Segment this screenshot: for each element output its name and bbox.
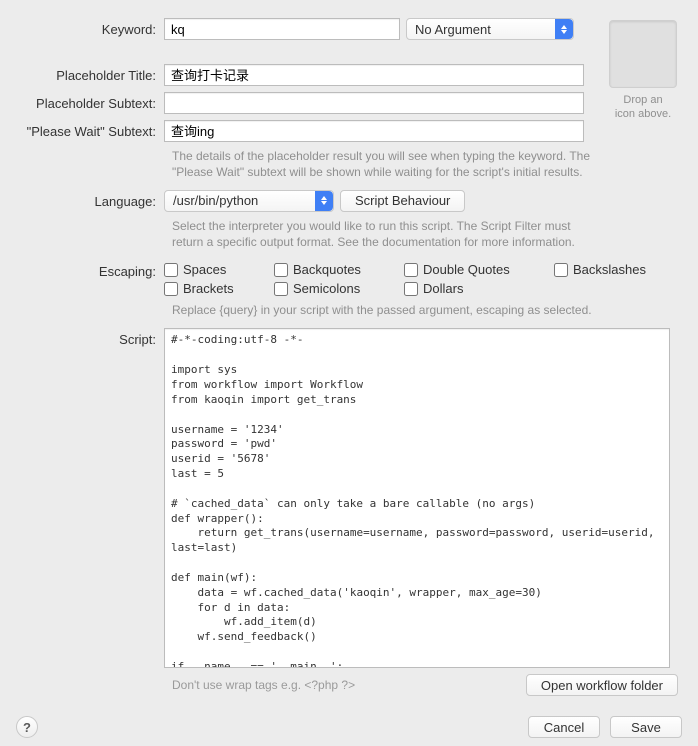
escaping-spaces-checkbox[interactable]: [164, 263, 178, 277]
help-button[interactable]: ?: [16, 716, 38, 738]
script-footer-hint: Don't use wrap tags e.g. <?php ?>: [172, 678, 526, 692]
language-select-value: /usr/bin/python: [173, 193, 258, 208]
please-wait-input[interactable]: [164, 120, 584, 142]
open-workflow-folder-button[interactable]: Open workflow folder: [526, 674, 678, 696]
keyword-label: Keyword:: [16, 18, 164, 37]
escaping-spaces[interactable]: Spaces: [164, 262, 274, 277]
placeholder-hint: The details of the placeholder result yo…: [172, 148, 602, 180]
language-select[interactable]: /usr/bin/python: [164, 190, 334, 212]
language-hint: Select the interpreter you would like to…: [172, 218, 602, 250]
placeholder-subtext-input[interactable]: [164, 92, 584, 114]
escaping-dollars-checkbox[interactable]: [404, 282, 418, 296]
escaping-brackets-checkbox[interactable]: [164, 282, 178, 296]
escaping-backslashes-checkbox[interactable]: [554, 263, 568, 277]
placeholder-subtext-label: Placeholder Subtext:: [16, 92, 164, 111]
save-button[interactable]: Save: [610, 716, 682, 738]
escaping-hint: Replace {query} in your script with the …: [172, 302, 602, 318]
icon-drop-caption: Drop anicon above.: [604, 94, 682, 122]
language-label: Language:: [16, 190, 164, 209]
placeholder-title-input[interactable]: [164, 64, 584, 86]
chevron-updown-icon: [315, 191, 333, 211]
chevron-updown-icon: [555, 19, 573, 39]
placeholder-title-label: Placeholder Title:: [16, 64, 164, 83]
please-wait-label: "Please Wait" Subtext:: [16, 120, 164, 139]
argument-select-value: No Argument: [415, 22, 491, 37]
escaping-semicolons-checkbox[interactable]: [274, 282, 288, 296]
escaping-backquotes-checkbox[interactable]: [274, 263, 288, 277]
icon-drop-well[interactable]: [609, 20, 677, 88]
cancel-button[interactable]: Cancel: [528, 716, 600, 738]
escaping-backslashes[interactable]: Backslashes: [554, 262, 684, 277]
keyword-input[interactable]: [164, 18, 400, 40]
escaping-label: Escaping:: [16, 260, 164, 279]
escaping-dollars[interactable]: Dollars: [404, 281, 554, 296]
script-behaviour-button[interactable]: Script Behaviour: [340, 190, 465, 212]
escaping-double-quotes-checkbox[interactable]: [404, 263, 418, 277]
argument-select[interactable]: No Argument: [406, 18, 574, 40]
escaping-double-quotes[interactable]: Double Quotes: [404, 262, 554, 277]
escaping-semicolons[interactable]: Semicolons: [274, 281, 404, 296]
script-textarea[interactable]: #-*-coding:utf-8 -*- import sys from wor…: [164, 328, 670, 668]
escaping-backquotes[interactable]: Backquotes: [274, 262, 404, 277]
escaping-brackets[interactable]: Brackets: [164, 281, 274, 296]
script-label: Script:: [16, 328, 164, 347]
